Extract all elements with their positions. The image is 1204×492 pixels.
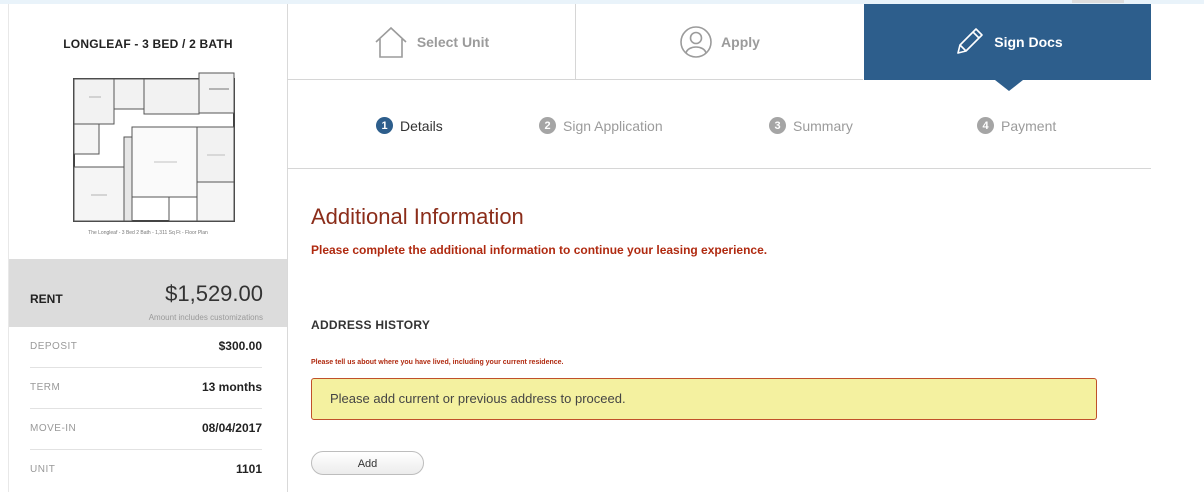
step-label: Select Unit	[416, 33, 490, 50]
detail-label: MOVE-IN	[30, 423, 77, 434]
floorplan-title: LONGLEAF - 3 BED / 2 BATH	[63, 37, 233, 51]
detail-value: $300.00	[218, 339, 262, 353]
detail-value: 08/04/2017	[201, 421, 262, 435]
substep-summary[interactable]: 3 Summary	[769, 117, 853, 134]
step-sign-docs[interactable]: Sign Docs	[864, 4, 1151, 80]
page-title: Additional Information	[311, 204, 524, 229]
step-label: Sign Docs	[994, 34, 1063, 50]
detail-label: DEPOSIT	[30, 341, 78, 352]
substep-number: 3	[769, 117, 786, 134]
substep-payment[interactable]: 4 Payment	[977, 117, 1056, 134]
pencil-icon	[957, 28, 984, 54]
sign-docs-substeps: 1 Details 2 Sign Application 3 Summary 4…	[287, 80, 1151, 169]
unit-summary-sidebar: LONGLEAF - 3 BED / 2 BATH The Longleaf -…	[8, 4, 288, 492]
rent-label: RENT	[30, 292, 63, 306]
substep-sign-application[interactable]: 2 Sign Application	[539, 117, 663, 134]
detail-row-unit: UNIT 1101	[30, 450, 262, 490]
floorplan-caption: The Longleaf - 3 Bed 2 Bath - 1,311 Sq F…	[88, 230, 208, 236]
house-icon	[375, 26, 407, 58]
detail-value: 13 months	[201, 380, 262, 394]
detail-row-deposit: DEPOSIT $300.00	[30, 327, 262, 368]
substep-label: Details	[400, 117, 443, 134]
substep-label: Payment	[1001, 117, 1057, 134]
step-label: Apply	[721, 33, 760, 50]
substep-label: Summary	[793, 117, 853, 134]
add-address-button[interactable]: Add	[311, 451, 424, 475]
detail-row-move-in: MOVE-IN 08/04/2017	[30, 409, 262, 450]
section-title: ADDRESS HISTORY	[311, 318, 431, 332]
substep-number: 2	[539, 117, 556, 134]
application-steps: Select Unit Apply Sign Docs	[287, 4, 1151, 91]
substep-number: 4	[977, 117, 994, 134]
page-subtitle: Please complete the additional informati…	[311, 243, 768, 257]
person-icon	[680, 25, 712, 58]
detail-value: 1101	[235, 462, 262, 476]
rent-note: Amount includes customizations	[148, 313, 263, 322]
substep-details[interactable]: 1 Details	[376, 117, 443, 134]
detail-label: TERM	[30, 382, 61, 393]
floorplan-image	[73, 72, 235, 222]
rent-value: $1,529.00	[165, 281, 263, 306]
substep-label: Sign Application	[563, 117, 663, 134]
section-description: Please tell us about where you have live…	[311, 359, 564, 366]
rent-box: RENT $1,529.00 Amount includes customiza…	[9, 259, 287, 327]
detail-row-term: TERM 13 months	[30, 368, 262, 409]
detail-label: UNIT	[30, 464, 56, 475]
address-warning-message: Please add current or previous address t…	[311, 378, 1097, 420]
step-apply[interactable]: Apply	[576, 4, 863, 80]
top-strip-right	[1072, 0, 1124, 3]
step-select-unit[interactable]: Select Unit	[287, 4, 576, 80]
substep-number: 1	[376, 117, 393, 134]
